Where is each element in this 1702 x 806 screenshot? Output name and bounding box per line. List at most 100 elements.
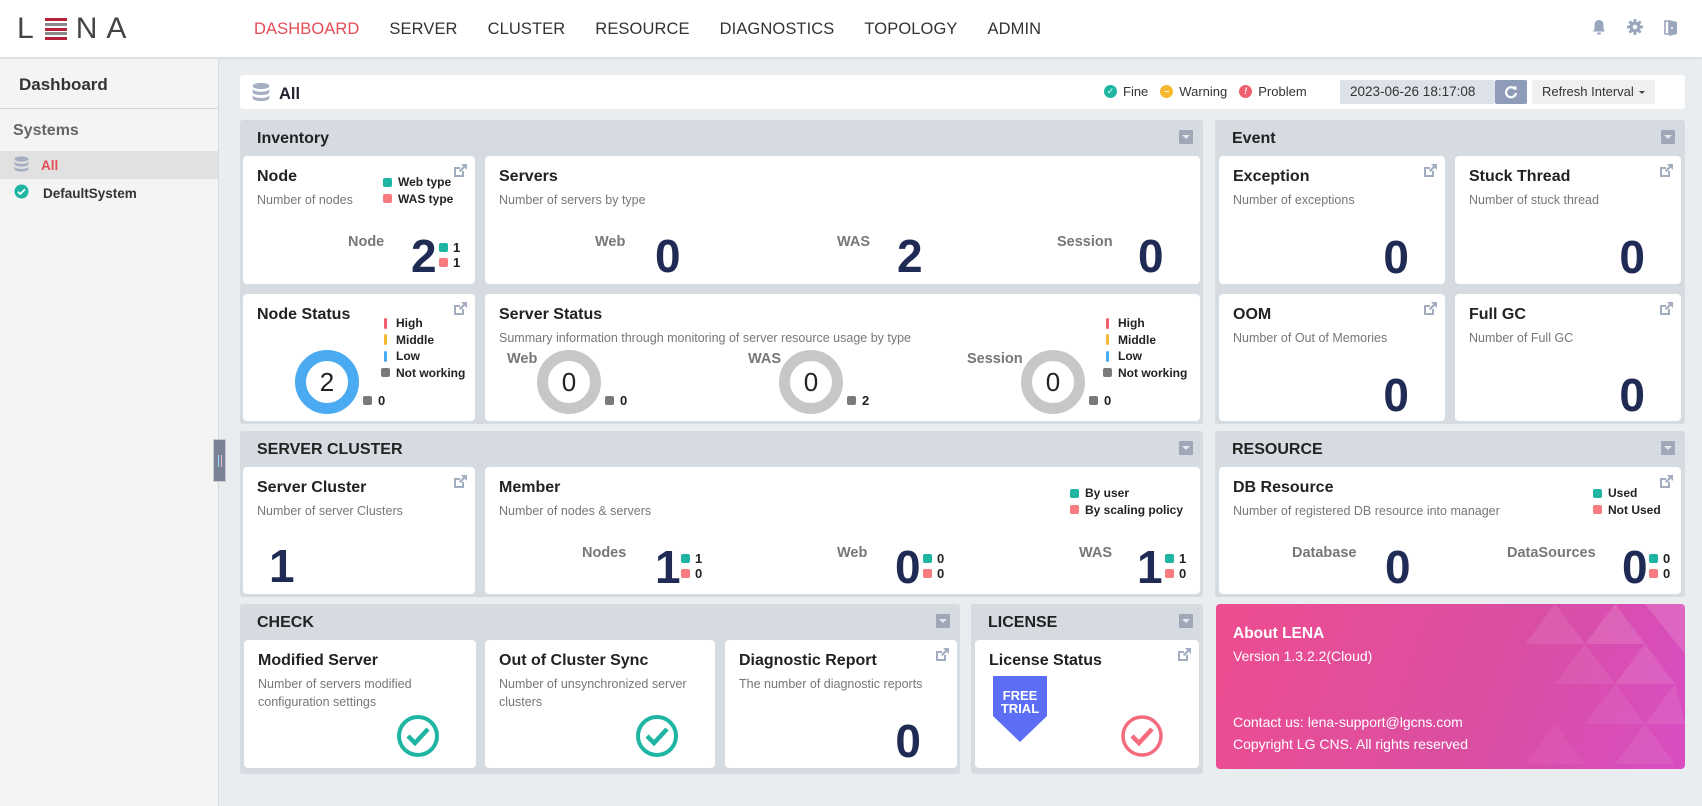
external-link-icon[interactable] xyxy=(1658,301,1674,317)
legend-swatch xyxy=(384,350,387,362)
sidebar-item-label: DefaultSystem xyxy=(43,185,137,201)
about-copyright: Copyright LG CNS. All rights reserved xyxy=(1233,736,1468,752)
external-link-icon[interactable] xyxy=(452,474,468,490)
metric-label: Web xyxy=(837,545,868,561)
collapse-button[interactable] xyxy=(1179,130,1193,144)
metric-value: 0 xyxy=(895,541,921,593)
servers-card: Servers Number of servers by type Web 0 … xyxy=(485,156,1200,284)
license-check-icon xyxy=(1121,715,1163,757)
legend-swatch xyxy=(439,243,448,252)
nav-diagnostics[interactable]: DIAGNOSTICS xyxy=(720,20,835,39)
legend-swatch xyxy=(1649,554,1658,563)
server-cluster-panel: SERVER CLUSTER Server Cluster Number of s… xyxy=(240,431,1203,597)
nav-resource[interactable]: RESOURCE xyxy=(595,20,689,39)
refresh-button[interactable] xyxy=(1495,80,1527,104)
refresh-interval-dropdown[interactable]: Refresh Interval xyxy=(1532,80,1655,104)
nav-dashboard[interactable]: DASHBOARD xyxy=(254,20,359,39)
node-status-donut: 2 xyxy=(295,350,359,414)
card-title: Modified Server xyxy=(258,652,379,669)
legend-swatch xyxy=(1070,488,1079,498)
refresh-icon xyxy=(1504,86,1518,99)
panel-title: Inventory xyxy=(257,130,330,147)
status-legend: ✓ Fine – Warning ! Problem xyxy=(1104,84,1307,99)
sidebar-item-defaultsystem[interactable]: DefaultSystem xyxy=(0,179,218,207)
sidebar: Dashboard Systems All DefaultSystem xyxy=(0,59,219,806)
external-link-icon[interactable] xyxy=(1658,163,1674,179)
triangle-pattern xyxy=(1525,604,1685,764)
collapse-button[interactable] xyxy=(1179,441,1193,455)
sidebar-item-all[interactable]: All xyxy=(0,151,218,179)
card-subtitle: Number of stuck thread xyxy=(1469,193,1599,207)
top-bar: L NA DASHBOARD SERVER CLUSTER RESOURCE DI… xyxy=(0,0,1702,58)
nav-server[interactable]: SERVER xyxy=(389,20,457,39)
legend-swatch xyxy=(381,368,390,378)
metric-label: WAS xyxy=(1079,545,1113,561)
db-legend: Used Not Used xyxy=(1593,485,1661,518)
panel-title: SERVER CLUSTER xyxy=(257,441,403,458)
external-link-icon[interactable] xyxy=(452,163,468,179)
metric-label: DataSources xyxy=(1507,545,1596,561)
card-title: Exception xyxy=(1233,168,1310,185)
legend-swatch xyxy=(1593,488,1602,498)
oom-card: OOM Number of Out of Memories 0 xyxy=(1219,294,1445,421)
warning-icon: – xyxy=(1160,85,1174,98)
check-circle-icon xyxy=(14,184,29,202)
legend-swatch xyxy=(1649,569,1658,578)
metric-label: Nodes xyxy=(582,545,627,561)
metric-value: 1 xyxy=(655,541,681,593)
external-link-icon[interactable] xyxy=(1422,163,1438,179)
filter-bar: All ✓ Fine – Warning ! Problem 2023-06-26 1… xyxy=(240,75,1685,109)
legend-swatch xyxy=(847,396,856,405)
legend-warning: – Warning xyxy=(1160,84,1227,99)
breakdown-counts: 1 1 xyxy=(439,240,460,270)
server-status-legend: High Middle Low Not working xyxy=(1103,315,1187,381)
external-link-icon[interactable] xyxy=(934,647,950,663)
legend-swatch xyxy=(1106,350,1109,362)
card-subtitle: Number of unsynchronized server clusters xyxy=(499,677,687,709)
collapse-button[interactable] xyxy=(1661,441,1675,455)
metric-label: Node xyxy=(348,234,385,250)
metric-value: 0 xyxy=(1383,231,1409,283)
external-link-icon[interactable] xyxy=(1422,301,1438,317)
legend-swatch xyxy=(383,194,392,204)
breakdown-counts: 10 xyxy=(681,551,702,581)
servers-was-count: 2 xyxy=(897,230,923,282)
about-version: Version 1.3.2.2(Cloud) xyxy=(1233,648,1373,664)
card-subtitle: Number of server Clusters xyxy=(257,504,403,518)
server-status-card: Server Status Summary information throug… xyxy=(485,294,1200,421)
legend-swatch xyxy=(923,554,932,563)
metric-label: Web xyxy=(507,351,538,367)
check-circle-icon xyxy=(636,715,678,757)
check-panel: CHECK Modified Server Number of servers … xyxy=(240,604,960,774)
nav-admin[interactable]: ADMIN xyxy=(988,20,1042,39)
bell-icon[interactable] xyxy=(1590,18,1608,36)
panel-title: LICENSE xyxy=(988,614,1058,631)
license-status-card: License Status FREE TRIAL xyxy=(975,640,1199,768)
nav-cluster[interactable]: CLUSTER xyxy=(488,20,566,39)
card-subtitle: Number of exceptions xyxy=(1233,193,1355,207)
metric-value: 1 xyxy=(1137,541,1163,593)
sidebar-title: Dashboard xyxy=(0,59,218,109)
lena-logo[interactable]: L NA xyxy=(17,12,135,46)
collapse-button[interactable] xyxy=(1179,614,1193,628)
problem-icon: ! xyxy=(1239,85,1253,98)
legend-swatch xyxy=(1070,505,1079,515)
logout-icon[interactable] xyxy=(1662,18,1680,36)
not-working-count: 0 xyxy=(1089,393,1111,408)
full-gc-card: Full GC Number of Full GC 0 xyxy=(1455,294,1681,421)
main-nav: DASHBOARD SERVER CLUSTER RESOURCE DIAGNO… xyxy=(254,0,1041,58)
metric-value: 1 xyxy=(269,540,295,592)
member-legend: By user By scaling policy xyxy=(1070,485,1183,518)
external-link-icon[interactable] xyxy=(1176,647,1192,663)
card-title: Stuck Thread xyxy=(1469,168,1571,185)
sidebar-resize-handle[interactable] xyxy=(213,439,226,482)
nav-topology[interactable]: TOPOLOGY xyxy=(864,20,957,39)
not-working-count: 0 xyxy=(363,393,385,408)
legend-swatch xyxy=(363,396,372,405)
collapse-button[interactable] xyxy=(1661,130,1675,144)
legend-swatch xyxy=(923,569,932,578)
collapse-button[interactable] xyxy=(936,614,950,628)
metric-label: Session xyxy=(967,351,1023,367)
gear-icon[interactable] xyxy=(1626,18,1644,36)
database-icon xyxy=(252,82,270,107)
